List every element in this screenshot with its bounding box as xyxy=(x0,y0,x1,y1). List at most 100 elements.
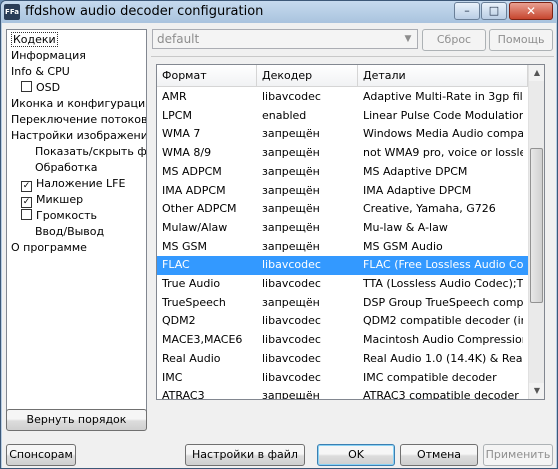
cancel-button[interactable]: Отмена xyxy=(400,444,478,466)
table-row[interactable]: Mulaw/Alaw запрещён Mu-law & A-law xyxy=(157,219,528,238)
cell-format: ATRAC3 xyxy=(162,389,205,400)
codecs-table[interactable]: Формат Декодер Детали AMR libavcodec Adapt… xyxy=(156,64,545,400)
settings-tree[interactable]: Кодеки Информация Info & CPU OSD Иконка и ко… xyxy=(6,29,147,425)
table-row[interactable]: WMA 8/9 запрещён not WMA9 pro, voice or lo… xyxy=(157,144,528,163)
tree-item-label: OSD xyxy=(36,81,61,94)
cell-format: IMC xyxy=(162,370,183,384)
scroll-down-icon[interactable]: ▼ xyxy=(529,383,544,399)
tree-item[interactable]: Обработка xyxy=(35,160,97,176)
reset-button[interactable]: Сброс xyxy=(422,29,486,51)
cell-format: Other ADPCM xyxy=(162,202,237,216)
cell-details: IMA Adaptive DPCM xyxy=(363,183,472,197)
cell-format: Real Audio xyxy=(162,351,221,365)
tree-item[interactable]: ✓ Наложение LFE xyxy=(21,176,125,192)
close-button[interactable]: ✕ xyxy=(509,2,553,20)
cell-details: Adaptive Multi-Rate in 3gp file... xyxy=(363,90,523,103)
cell-decoder[interactable]: libavcodec xyxy=(257,256,357,274)
cell-decoder[interactable]: libavcodec xyxy=(257,369,357,387)
checkbox-unchecked-icon[interactable] xyxy=(21,81,32,92)
cell-decoder[interactable]: запрещён xyxy=(257,125,357,143)
column-format[interactable]: Формат xyxy=(157,65,257,87)
reset-order-button[interactable]: Вернуть порядок xyxy=(6,409,147,431)
cell-decoder[interactable]: запрещён xyxy=(257,238,357,256)
cell-decoder[interactable]: libavcodec xyxy=(257,312,357,330)
minimize-button[interactable]: – xyxy=(454,2,480,20)
chevron-down-icon: ▼ xyxy=(404,34,412,44)
table-row[interactable]: LPCM enabled Linear Pulse Code Modulation xyxy=(157,107,528,126)
table-row[interactable]: FLAC libavcodec FLAC (Free Lossless Audio … xyxy=(157,256,528,276)
cell-decoder[interactable]: libavcodec xyxy=(257,88,357,106)
tree-item[interactable]: Показать/скрыть фил xyxy=(35,144,146,160)
cell-decoder[interactable]: запрещён xyxy=(257,387,357,399)
sponsors-button[interactable]: Спонсорам xyxy=(6,444,76,466)
cell-details: Linear Pulse Code Modulation xyxy=(363,108,523,122)
tree-item[interactable]: Иконка и конфигурация xyxy=(11,96,147,112)
save-settings-to-file-button[interactable]: Настройки в файл xyxy=(185,444,305,466)
cell-details: Mu-law & A-law xyxy=(363,220,448,234)
vertical-scrollbar[interactable]: ▲ ▼ xyxy=(528,65,544,399)
preset-dropdown[interactable]: default ▼ xyxy=(152,29,418,49)
maximize-button[interactable]: □ xyxy=(481,2,507,20)
tree-item[interactable]: Переключение потоков xyxy=(11,112,147,128)
cell-format: IMA ADPCM xyxy=(162,183,226,197)
cell-decoder[interactable]: запрещён xyxy=(257,200,357,218)
tree-item[interactable]: Ввод/Вывод xyxy=(35,224,104,240)
checkbox-checked-icon[interactable]: ✓ xyxy=(21,181,32,192)
tree-item-label: Ввод/Вывод xyxy=(35,225,105,238)
apply-button[interactable]: Применить xyxy=(483,444,553,466)
cell-details: Creative, Yamaha, G726 xyxy=(363,202,496,216)
cell-format: True Audio xyxy=(162,277,221,290)
table-row[interactable]: TrueSpeech запрещён DSP Group TrueSpeech c… xyxy=(157,294,528,313)
cell-decoder[interactable]: запрещён xyxy=(257,219,357,237)
tree-item[interactable]: ✓ Микшер xyxy=(21,192,83,208)
cell-decoder[interactable]: libavcodec xyxy=(257,275,357,293)
tree-item[interactable]: Громкость xyxy=(21,208,97,224)
tree-item-label: Переключение потоков xyxy=(11,113,147,126)
tree-item[interactable]: О программе xyxy=(11,240,87,256)
tree-item[interactable]: OSD xyxy=(21,80,60,96)
cell-decoder[interactable]: запрещён xyxy=(257,163,357,181)
table-row[interactable]: QDM2 libavcodec QDM2 compatible decoder (i… xyxy=(157,312,528,331)
table-row[interactable]: WMA 7 запрещён Windows Media Audio compati… xyxy=(157,125,528,144)
cell-decoder[interactable]: enabled xyxy=(257,107,357,125)
table-row[interactable]: MACE3,MACE6 libavcodec Macintosh Audio Com… xyxy=(157,331,528,350)
table-row[interactable]: IMA ADPCM запрещён IMA Adaptive DPCM xyxy=(157,182,528,201)
cell-format: MS GSM xyxy=(162,239,207,253)
ok-button[interactable]: OK xyxy=(317,444,395,466)
scroll-thumb[interactable] xyxy=(530,148,543,303)
cell-format: LPCM xyxy=(162,108,192,122)
table-row[interactable]: Other ADPCM запрещён Creative, Yamaha, G72… xyxy=(157,200,528,219)
cell-decoder[interactable]: запрещён xyxy=(257,294,357,312)
help-button[interactable]: Помощь xyxy=(489,29,553,51)
checkbox-checked-icon[interactable]: ✓ xyxy=(21,197,32,208)
scroll-up-icon[interactable]: ▲ xyxy=(529,65,544,81)
column-details[interactable]: Детали xyxy=(358,65,528,87)
tree-item[interactable]: Кодеки xyxy=(11,32,58,48)
window-title: ffdshow audio decoder configuration xyxy=(25,4,264,19)
cell-decoder[interactable]: запрещён xyxy=(257,144,357,162)
cell-format: Mulaw/Alaw xyxy=(162,220,228,234)
tree-item[interactable]: Info & CPU xyxy=(11,64,70,80)
ffdshow-app-icon: FFa xyxy=(4,4,20,20)
cell-decoder[interactable]: запрещён xyxy=(257,182,357,200)
tree-item-label: Наложение LFE xyxy=(36,177,126,190)
table-row[interactable]: ATRAC3 запрещён ATRAC3 compatible decoder xyxy=(157,387,528,400)
tree-item-label: Громкость xyxy=(36,209,98,222)
cell-details: QDM2 compatible decoder (in... xyxy=(363,314,523,328)
cell-decoder[interactable]: libavcodec xyxy=(257,350,357,368)
tree-item-label: Иконка и конфигурация xyxy=(11,97,147,110)
column-decoder[interactable]: Декодер xyxy=(257,65,358,87)
title-bar[interactable]: FFa ffdshow audio decoder configuration … xyxy=(1,1,557,23)
table-row[interactable]: IMC libavcodec IMC compatible decoder xyxy=(157,369,528,388)
table-row[interactable]: MS GSM запрещён MS GSM Audio xyxy=(157,238,528,257)
tree-item[interactable]: Настройки изображения xyxy=(11,128,146,144)
checkbox-unchecked-icon[interactable] xyxy=(21,209,32,220)
table-row[interactable]: MS ADPCM запрещён MS Adaptive DPCM xyxy=(157,163,528,182)
table-row[interactable]: Real Audio libavcodec Real Audio 1.0 (14.4… xyxy=(157,350,528,369)
cell-decoder[interactable]: libavcodec xyxy=(257,331,357,349)
tree-item[interactable]: Информация xyxy=(11,48,86,64)
table-row[interactable]: AMR libavcodec Adaptive Multi-Rate in 3gp … xyxy=(157,88,528,107)
table-row[interactable]: True Audio libavcodec TTA (Lossless Audio … xyxy=(157,275,528,294)
cell-format: WMA 8/9 xyxy=(162,146,212,160)
tree-item-label: Info & CPU xyxy=(11,65,70,78)
